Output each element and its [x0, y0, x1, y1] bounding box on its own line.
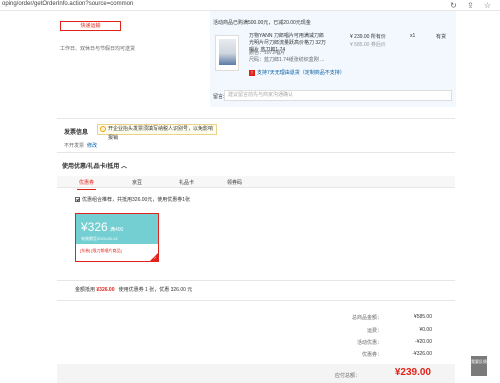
shipping-panel: 快递运输 工作日、双休日与节假日均可送货 — [57, 11, 209, 115]
product-image[interactable] — [215, 35, 239, 71]
tab-jingdou[interactable]: 京豆 — [132, 179, 142, 186]
coupon-condition: 满400 — [110, 227, 124, 233]
check-icon: ✓ — [153, 255, 157, 260]
invoice-value: 不开发票 修改 — [64, 143, 98, 149]
product-stock: 有货 — [436, 34, 447, 40]
url-text[interactable]: oping/order/getOrderInfo.action?source=c… — [2, 1, 133, 7]
divider — [57, 280, 455, 281]
product-original-price: ¥ 585.00 券后价 — [350, 42, 386, 48]
divider — [57, 300, 455, 301]
coupon-section-title[interactable]: 使用优惠/礼品卡/抵用 ︿ — [62, 161, 127, 170]
return-icon: 7 — [249, 70, 255, 76]
tip-icon: ! — [100, 126, 106, 132]
star-icon[interactable]: ☆ — [483, 1, 492, 10]
payable-label: 应付总额： — [334, 373, 360, 379]
browser-address-bar[interactable]: oping/order/getOrderInfo.action?source=c… — [0, 0, 500, 11]
payable-bar: 应付总额： ¥239.00 — [57, 364, 455, 383]
discount-summary: 金额抵用 ¥326.00 使用优惠券 1 张，优惠 326.00 元 — [75, 287, 193, 293]
divider — [57, 118, 455, 119]
return-policy[interactable]: 7 支持7天无理由退货（定制商品不支持） — [249, 69, 345, 76]
tab-coupons[interactable]: 优惠券 — [76, 179, 97, 190]
payable-amount: ¥239.00 — [394, 367, 431, 378]
product-price: ¥ 239.00 所有价 — [350, 34, 386, 40]
coupon-card[interactable]: ¥326 满400 有效期至2023-05-13 [东券] [限刀郎唱片商品] … — [75, 213, 159, 262]
coupon-desc: [东券] [限刀郎唱片商品] — [80, 248, 122, 253]
coupon-tabs: 优惠券 京豆 礼品卡 领券码 — [57, 176, 455, 190]
promo-text: 活动商品已购满500.00元，已减20.00元现金 — [213, 20, 311, 26]
chevron-up-icon: ︿ — [121, 164, 128, 170]
remark-label: 留言: — [213, 94, 225, 100]
share-icon[interactable]: ⇪ — [466, 1, 475, 10]
coupon-amount: ¥326 — [81, 220, 108, 234]
product-size: 尺码：蓝刀郎1.74纸张纺织盒刚 ... — [249, 57, 325, 63]
product-panel: 活动商品已购满500.00元，已减20.00元现金 万物YANN 刀郎唱片可用满… — [210, 11, 456, 107]
tab-coupon-code[interactable]: 领券码 — [227, 179, 242, 186]
product-quantity: x1 — [410, 33, 416, 39]
coupon-expiry: 有效期至2023-05-13 — [81, 236, 118, 241]
invoice-tip: ! 开企业抬头发票须填写纳税人识别号，以免影响报销 — [97, 124, 217, 141]
invoice-title: 发票信息 — [64, 130, 89, 136]
product-color: 颜色：1072唱片 — [249, 50, 286, 56]
remark-row: 留言: 建议留言前先与商家沟通确认 — [210, 87, 456, 105]
invoice-edit-link[interactable]: 修改 — [87, 143, 97, 149]
shipping-method-option[interactable]: 快递运输 — [60, 21, 121, 31]
remark-input[interactable]: 建议留言前先与商家沟通确认 — [224, 90, 452, 101]
recommend-option[interactable]: 优惠组合推荐，共抵用326.00元，使用优惠券1张 — [75, 196, 190, 203]
divider — [57, 152, 455, 153]
tab-giftcard[interactable]: 礼品卡 — [179, 179, 194, 186]
feedback-button[interactable]: 我要反馈 — [471, 356, 487, 376]
delivery-time-hint: 工作日、双休日与节假日均可送货 — [60, 46, 136, 52]
refresh-icon[interactable]: ↻ — [449, 1, 458, 10]
checkbox[interactable] — [75, 197, 80, 202]
